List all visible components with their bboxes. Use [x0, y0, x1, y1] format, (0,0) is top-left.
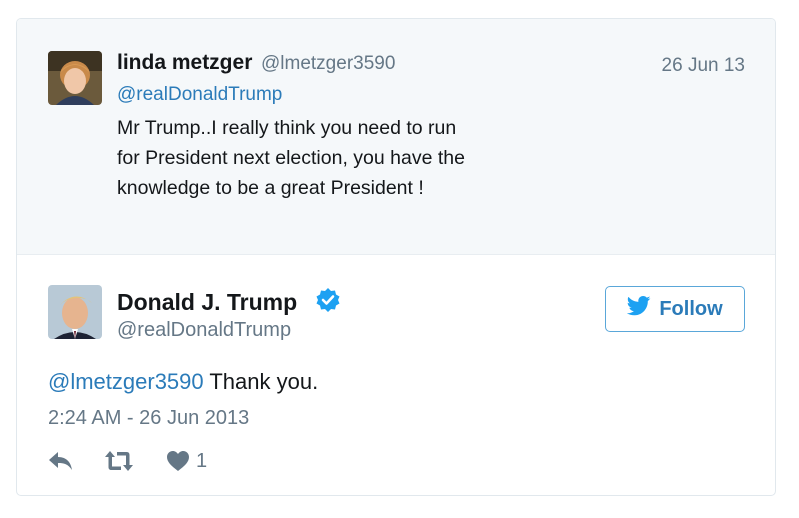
quoted-tweet-date[interactable]: 26 Jun 13 — [662, 55, 745, 77]
quoted-author-name[interactable]: linda metzger — [117, 51, 252, 75]
heart-icon — [166, 450, 190, 472]
like-button[interactable]: 1 — [166, 447, 207, 475]
quoted-reply-mention[interactable]: @realDonaldTrump — [117, 84, 282, 106]
author-handle[interactable]: @realDonaldTrump — [117, 319, 291, 342]
tweet-body: Thank you. — [203, 369, 319, 394]
quoted-author-avatar[interactable] — [48, 51, 102, 105]
verified-badge-icon — [315, 287, 341, 313]
reply-icon — [48, 451, 74, 471]
reply-button[interactable] — [48, 447, 74, 475]
tweet-embed-card: linda metzger @lmetzger3590 26 Jun 13 @r… — [16, 18, 776, 496]
follow-button[interactable]: Follow — [605, 286, 745, 332]
like-count: 1 — [196, 449, 208, 472]
retweet-button[interactable] — [104, 447, 134, 475]
retweet-icon — [104, 450, 134, 472]
follow-button-label: Follow — [659, 297, 723, 320]
quoted-tweet-text: Mr Trump..I really think you need to run… — [117, 117, 465, 199]
quoted-author-handle[interactable]: @lmetzger3590 — [261, 53, 395, 75]
author-avatar[interactable] — [48, 285, 102, 339]
tweet-timestamp[interactable]: 2:24 AM - 26 Jun 2013 — [48, 407, 249, 430]
author-name[interactable]: Donald J. Trump — [117, 289, 297, 316]
tweet-mention-link[interactable]: @lmetzger3590 — [48, 369, 204, 394]
quoted-tweet[interactable]: linda metzger @lmetzger3590 26 Jun 13 @r… — [17, 19, 775, 255]
twitter-bird-icon — [627, 296, 651, 322]
tweet-text: @lmetzger3590 Thank you. — [48, 369, 318, 395]
